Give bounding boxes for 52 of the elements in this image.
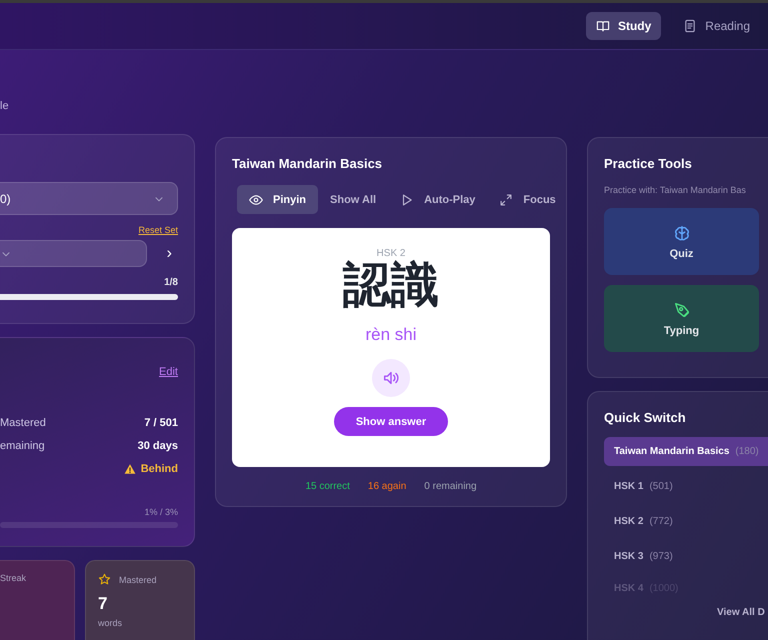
eye-icon (249, 192, 263, 206)
page-subtitle: le (0, 100, 10, 114)
practice-tool-button[interactable]: Quiz (604, 208, 759, 275)
speaker-icon (382, 369, 400, 387)
card-title: Practice Tools (604, 156, 693, 171)
stat-label: Mastered (0, 416, 46, 428)
set-select[interactable]: 0) (0, 182, 178, 215)
warning-icon (124, 462, 136, 474)
document-icon (683, 19, 698, 33)
deck-item[interactable]: HSK 1 (501) (604, 472, 768, 501)
play-icon (400, 192, 414, 206)
view-all-link[interactable]: View All D (717, 607, 765, 618)
deck-item[interactable]: HSK 3 (973) (604, 542, 768, 571)
session-stat: 16 again (368, 481, 406, 492)
deck-item[interactable]: HSK 2 (772) (604, 507, 768, 536)
mode-button[interactable]: Pinyin (237, 185, 318, 214)
hanzi-word: 認識 (343, 259, 439, 313)
next-button[interactable]: › (160, 244, 178, 262)
expand-icon (499, 192, 514, 206)
speaker-button[interactable] (372, 359, 410, 397)
nav-tab[interactable]: Reading (673, 12, 760, 40)
mode-button[interactable]: Show All (318, 185, 388, 214)
stat-card-label: Mastered (119, 574, 157, 584)
stat-card-value: 7 (98, 594, 108, 614)
status-text: Behind (140, 462, 178, 474)
stat-card-unit: words (98, 618, 124, 628)
edit-link[interactable]: Edit (159, 366, 178, 378)
session-stat: 0 remaining (424, 481, 477, 492)
stat-label: emaining (0, 440, 45, 452)
stat-card-label: Streak (0, 573, 26, 583)
practice-tool-button[interactable]: Typing (604, 285, 759, 352)
stat-value: 30 days (138, 440, 178, 452)
pen-nib-icon (672, 300, 690, 318)
mode-button[interactable]: Auto-Play (388, 185, 488, 214)
deck-item[interactable]: Taiwan Mandarin Basics (180) (604, 437, 768, 466)
star-icon (98, 573, 111, 586)
progress-percent: 1% / 3% (144, 507, 178, 517)
reset-set-link[interactable]: Reset Set (138, 225, 178, 235)
select-value: 0) (0, 192, 11, 206)
card-title: Quick Switch (604, 410, 687, 425)
session-stat: 15 correct (305, 481, 350, 492)
book-icon (596, 19, 610, 33)
level-tag: HSK 2 (376, 248, 406, 259)
show-answer-button[interactable]: Show answer (334, 407, 448, 436)
practice-subtitle: Practice with: Taiwan Mandarin Bas (604, 185, 747, 195)
card-title: Taiwan Mandarin Basics (232, 156, 384, 171)
brain-icon (672, 224, 690, 242)
mode-button[interactable]: Focus (487, 185, 568, 214)
pinyin-text: rèn shi (365, 325, 417, 345)
stat-value: 7 / 501 (144, 416, 178, 428)
nav-tab[interactable]: Study (586, 12, 662, 40)
progress-count: 1/8 (164, 277, 178, 288)
